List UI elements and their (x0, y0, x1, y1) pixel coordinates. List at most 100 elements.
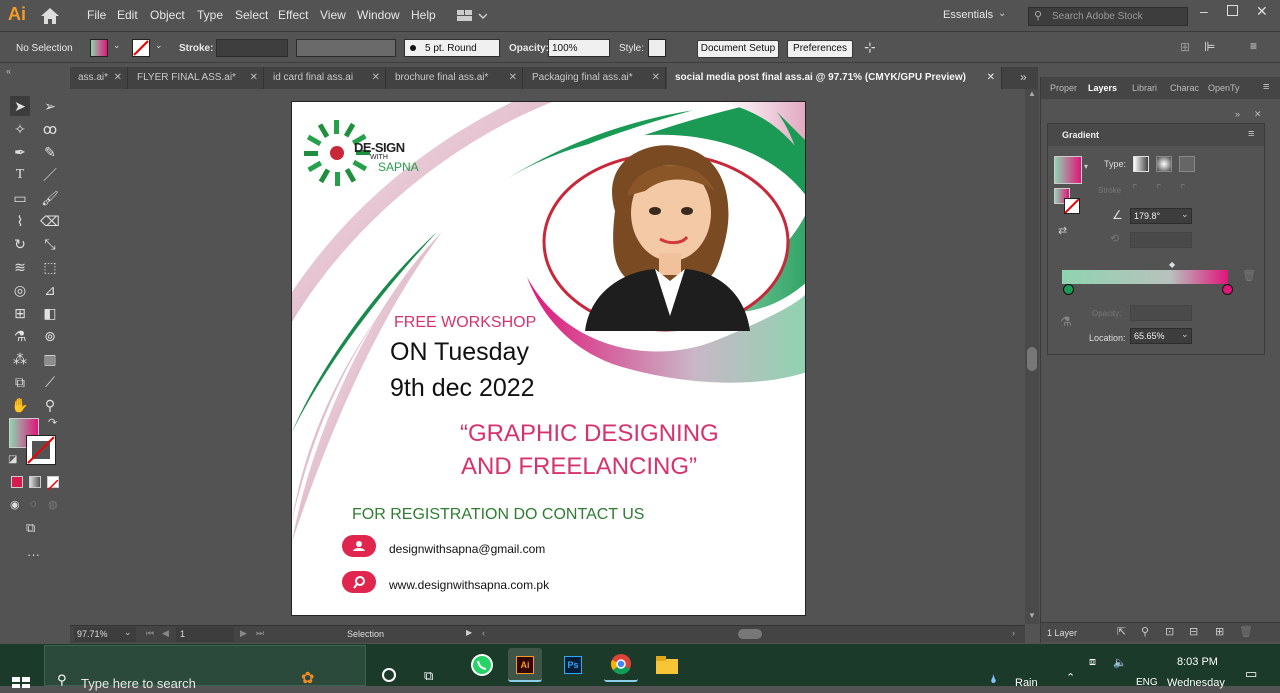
tab-id-card[interactable]: id card final ass.ai ✕ (265, 67, 386, 89)
artboard-number-field[interactable]: 1 (176, 627, 234, 642)
scale-tool-icon[interactable]: ⤡ (40, 234, 60, 254)
curvature-tool-icon[interactable]: ✎ (40, 142, 60, 162)
scroll-thumb[interactable] (1027, 347, 1037, 371)
chevron-down-icon[interactable]: ⌄ (998, 8, 1006, 19)
eyedropper-icon[interactable]: ⚗ (1060, 314, 1072, 330)
line-tool-icon[interactable]: ／ (40, 165, 60, 185)
menu-window[interactable]: Window (357, 8, 400, 22)
gradient-stroke-swatch[interactable] (1054, 188, 1080, 214)
tab-packaging[interactable]: Packaging final ass.ai* ✕ (524, 67, 666, 89)
gradient-stop-start[interactable] (1063, 284, 1074, 295)
chevron-down-icon[interactable]: ▾ (1084, 162, 1088, 171)
stroke-across-icon[interactable]: ⌜ (1180, 182, 1186, 196)
rectangle-tool-icon[interactable]: ▭ (10, 188, 30, 208)
menu-edit[interactable]: Edit (117, 8, 138, 22)
gradient-slider-bar[interactable] (1062, 270, 1228, 284)
color-mode-icon[interactable] (11, 476, 23, 488)
menu-object[interactable]: Object (150, 8, 185, 22)
swap-colors-icon[interactable]: ↷ (48, 416, 57, 429)
task-view-icon[interactable]: ⧉ (424, 668, 433, 684)
draw-normal-icon[interactable]: ◉ (10, 498, 20, 511)
freeform-gradient-button[interactable] (1179, 156, 1195, 172)
stock-search-field[interactable]: ⚲ Search Adobe Stock (1028, 7, 1188, 26)
aspect-ratio-field[interactable] (1130, 232, 1192, 248)
variable-width-dropdown[interactable] (296, 39, 396, 57)
chevron-down-icon[interactable]: ⌄ (124, 627, 132, 638)
document-setup-button[interactable]: Document Setup (697, 40, 779, 58)
draw-behind-icon[interactable]: ◌ (30, 498, 37, 510)
home-icon[interactable] (40, 7, 60, 25)
stroke-within-icon[interactable]: ⌜ (1132, 182, 1138, 196)
close-icon[interactable]: ✕ (250, 67, 258, 89)
align-icon[interactable]: ⊹ (864, 39, 876, 56)
free-transform-icon[interactable]: ⬚ (40, 257, 60, 277)
delete-stop-icon[interactable]: 🗑 (1242, 269, 1256, 282)
blend-tool-icon[interactable]: ⊚ (40, 326, 60, 346)
none-mode-icon[interactable] (47, 476, 59, 491)
transform-icon[interactable]: ⊞ (1180, 40, 1190, 54)
magic-wand-icon[interactable]: ✧ (10, 119, 30, 139)
stroke-color-swatch[interactable] (26, 435, 56, 465)
close-icon[interactable]: ✕ (509, 67, 517, 89)
artboard[interactable]: DE-SIGN WITH SAPNA FREE WORKSHOP ON Tues… (291, 101, 806, 616)
tab-properties[interactable]: Proper (1050, 83, 1077, 93)
selection-tool-icon[interactable]: ➤ (10, 96, 30, 116)
tab-ass[interactable]: ass.ai* ✕ (70, 67, 128, 89)
lasso-icon[interactable]: ꝏ (40, 119, 60, 139)
arrange-documents-icon[interactable] (457, 9, 488, 23)
photoshop-taskbar-icon[interactable]: Ps (556, 648, 590, 682)
stop-opacity-field[interactable] (1130, 305, 1192, 321)
stroke-along-icon[interactable]: ⌜ (1156, 182, 1162, 196)
eyedropper-icon[interactable]: ⚗ (10, 326, 30, 346)
eraser-icon[interactable]: ⌫ (40, 211, 60, 231)
clock-time[interactable]: 8:03 PM (1177, 656, 1218, 668)
style-swatch[interactable] (648, 39, 666, 57)
close-icon[interactable]: ✕ (652, 67, 660, 89)
tab-opentype[interactable]: OpenTy (1208, 83, 1240, 93)
direct-selection-tool-icon[interactable]: ➢ (40, 96, 60, 116)
tab-libraries[interactable]: Librari (1132, 83, 1157, 93)
tab-character[interactable]: Charac (1170, 83, 1199, 93)
shaper-tool-icon[interactable]: ⌇ (10, 211, 30, 231)
chevron-down-icon[interactable]: ⌄ (1181, 209, 1189, 220)
scroll-up-icon[interactable]: ▲ (1028, 89, 1036, 98)
scroll-right-icon[interactable]: › (1012, 628, 1015, 638)
menu-help[interactable]: Help (411, 8, 436, 22)
panel-menu-icon[interactable]: ≡ (1263, 81, 1269, 93)
status-menu-icon[interactable]: ▶ (466, 628, 472, 637)
locate-object-icon[interactable]: ⚲ (1141, 625, 1149, 638)
stroke-swatch[interactable] (132, 39, 150, 57)
midpoint-handle-icon[interactable]: ◆ (1169, 260, 1175, 269)
panel-options-icon[interactable]: ≡ (1248, 128, 1254, 140)
last-artboard-icon[interactable]: ⏭ (256, 628, 264, 639)
illustrator-taskbar-icon[interactable]: Ai (508, 648, 542, 682)
perspective-grid-icon[interactable]: ⊿ (40, 280, 60, 300)
screen-mode-icon[interactable]: ⧉ (26, 520, 35, 536)
chevron-down-icon[interactable]: ⌄ (1181, 329, 1189, 340)
clock-day[interactable]: Wednesday (1167, 677, 1225, 689)
brush-dropdown[interactable]: 5 pt. Round (404, 39, 500, 57)
default-colors-icon[interactable]: ◪ (8, 454, 17, 465)
cortana-icon[interactable] (382, 668, 396, 682)
gradient-mode-icon[interactable] (29, 476, 41, 488)
next-artboard-icon[interactable]: ▶ (240, 628, 247, 639)
tab-social-media-post[interactable]: social media post final ass.ai @ 97.71% … (667, 67, 1002, 89)
windows-start-icon[interactable] (12, 675, 30, 688)
tab-layers[interactable]: Layers (1088, 83, 1117, 93)
close-panel-icon[interactable]: ✕ (1254, 109, 1262, 120)
language-indicator[interactable]: ENG (1136, 677, 1158, 688)
stroke-weight-stepper[interactable] (216, 39, 288, 57)
export-icon[interactable]: ⇱ (1117, 625, 1126, 638)
clipping-mask-icon[interactable]: ⊡ (1165, 625, 1174, 638)
zoom-tool-icon[interactable]: ⚲ (40, 395, 60, 415)
align-panel-icon[interactable]: ⊫ (1204, 39, 1215, 55)
stroke-chevron-icon[interactable]: ⌄ (155, 40, 163, 51)
menu-type[interactable]: Type (197, 8, 223, 22)
draw-inside-icon[interactable]: ◍ (48, 498, 58, 511)
column-graph-icon[interactable]: ▥ (40, 349, 60, 369)
delete-layer-icon[interactable]: 🗑 (1239, 625, 1253, 638)
menu-file[interactable]: File (87, 8, 106, 22)
zoom-field[interactable]: 97.71% ⌄ (74, 627, 136, 642)
horizontal-scroll-thumb[interactable] (738, 629, 762, 639)
prev-artboard-icon[interactable]: ◀ (162, 628, 169, 639)
